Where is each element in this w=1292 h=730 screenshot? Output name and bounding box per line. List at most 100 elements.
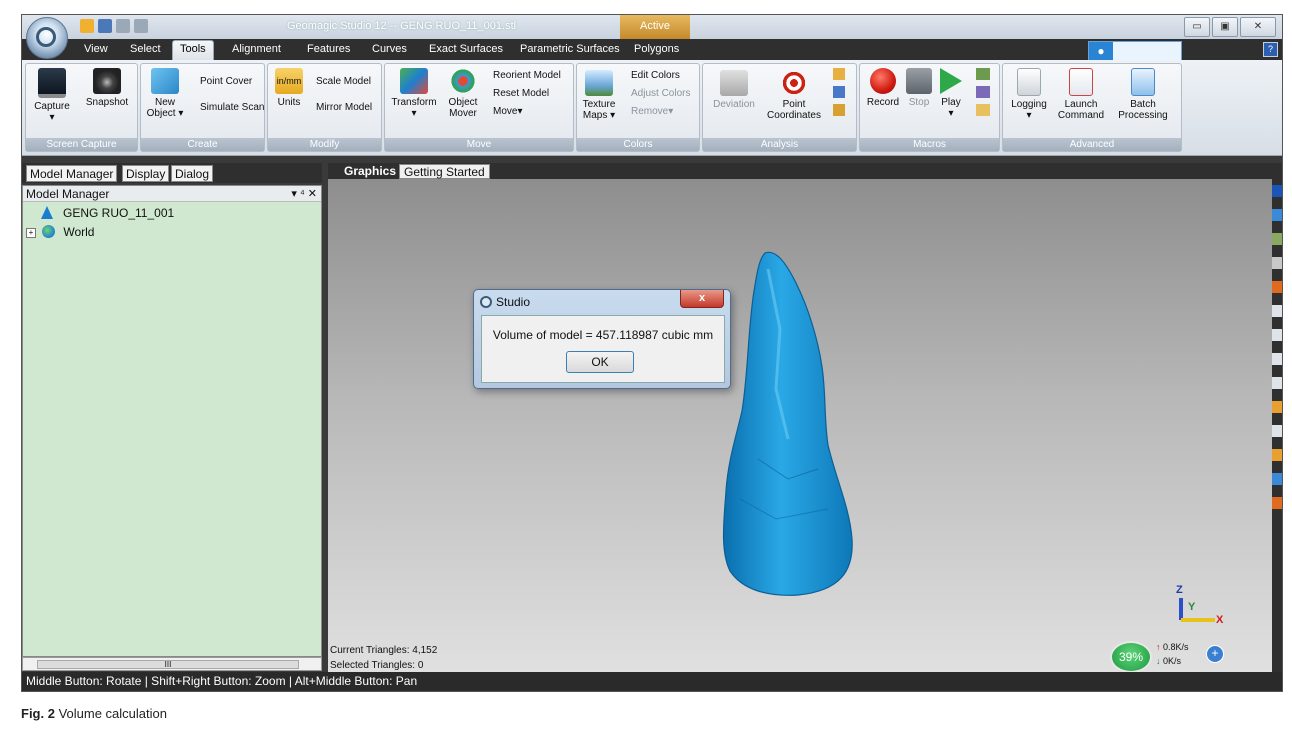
color-select-icon[interactable] bbox=[1272, 497, 1282, 509]
tree-item-model[interactable]: GENG RUO_11_001 bbox=[41, 206, 174, 220]
select-through-icon[interactable] bbox=[1272, 449, 1282, 461]
panel-horizontal-scrollbar[interactable]: III bbox=[22, 657, 322, 671]
tab-dialog[interactable]: Dialog bbox=[171, 165, 214, 182]
tab-tools[interactable]: Tools bbox=[172, 40, 214, 60]
tab-getting-started[interactable]: Getting Started bbox=[399, 164, 490, 179]
select-visible-icon[interactable] bbox=[1272, 473, 1282, 485]
tab-display[interactable]: Display bbox=[122, 165, 170, 182]
snapshot-button[interactable]: Snapshot bbox=[82, 68, 132, 108]
tab-model-manager[interactable]: Model Manager bbox=[26, 165, 118, 182]
tab-select[interactable]: Select bbox=[130, 43, 161, 55]
cloud-account-box[interactable]: ● bbox=[1088, 41, 1182, 61]
deselect-icon[interactable] bbox=[1272, 425, 1282, 437]
ok-button[interactable]: OK bbox=[566, 351, 634, 373]
window-controls: ▭ ▣ ✕ bbox=[1184, 17, 1276, 37]
batch-processing-button[interactable]: Batch Processing bbox=[1113, 68, 1173, 121]
deviation-button[interactable]: Deviation bbox=[707, 70, 761, 110]
pencil-icon[interactable] bbox=[833, 104, 845, 116]
application-menu-button[interactable] bbox=[26, 17, 68, 59]
reset-model-button[interactable]: Reset Model bbox=[493, 88, 549, 99]
help-icon[interactable]: ? bbox=[1263, 42, 1278, 57]
current-triangles-text: Current Triangles: 4,152 bbox=[330, 645, 438, 656]
stop-button[interactable]: Stop bbox=[904, 68, 934, 108]
maximize-button[interactable]: ▣ bbox=[1212, 17, 1238, 37]
scale-model-button[interactable]: Scale Model bbox=[316, 76, 371, 87]
tab-features[interactable]: Features bbox=[307, 43, 350, 55]
view-cube-icon[interactable] bbox=[1272, 185, 1282, 197]
tab-parametric-surfaces[interactable]: Parametric Surfaces bbox=[520, 43, 620, 55]
render-icon[interactable] bbox=[1272, 281, 1282, 293]
paint-select-icon[interactable] bbox=[1272, 377, 1282, 389]
group-modify: in/mm Units Scale Model Mirror Model Mod… bbox=[267, 63, 382, 152]
open-icon[interactable] bbox=[80, 19, 94, 33]
new-object-icon bbox=[151, 68, 179, 94]
zoom-fit-icon[interactable] bbox=[1272, 233, 1282, 245]
mirror-model-button[interactable]: Mirror Model bbox=[316, 102, 372, 113]
adjust-colors-button[interactable]: Adjust Colors bbox=[631, 88, 690, 99]
macro-edit-icon[interactable] bbox=[976, 86, 990, 98]
tree-item-world[interactable]: + World bbox=[26, 225, 94, 239]
move-dropdown[interactable]: Move▾ bbox=[493, 106, 522, 117]
tab-curves[interactable]: Curves bbox=[372, 43, 407, 55]
new-object-button[interactable]: New Object ▾ bbox=[145, 68, 185, 119]
point-coordinates-label-2: Coordinates bbox=[767, 110, 821, 121]
custom-select-icon[interactable] bbox=[1272, 401, 1282, 413]
texture-maps-button[interactable]: Texture Maps ▾ bbox=[581, 70, 617, 121]
layer-icon[interactable] bbox=[833, 86, 845, 98]
rect-select-icon[interactable] bbox=[1272, 305, 1282, 317]
undo-icon[interactable] bbox=[116, 19, 130, 33]
color-brush-icon[interactable] bbox=[833, 68, 845, 80]
transform-button[interactable]: Transform ▾ bbox=[389, 68, 439, 119]
quick-access-toolbar bbox=[74, 19, 148, 33]
tab-polygons[interactable]: Polygons bbox=[634, 43, 679, 55]
graphics-tabs: Graphics Getting Started bbox=[328, 163, 1282, 179]
point-coordinates-button[interactable]: Point Coordinates bbox=[763, 70, 825, 121]
figure-number: Fig. 2 bbox=[21, 706, 55, 721]
record-button[interactable]: Record bbox=[864, 68, 902, 108]
tab-view[interactable]: View bbox=[84, 43, 108, 55]
batch-processing-icon bbox=[1131, 68, 1155, 96]
lasso-select-icon[interactable] bbox=[1272, 329, 1282, 341]
logging-button[interactable]: Logging ▾ bbox=[1007, 68, 1051, 121]
cloud-icon: ● bbox=[1089, 42, 1113, 60]
minimize-button[interactable]: ▭ bbox=[1184, 17, 1210, 37]
close-button[interactable]: ✕ bbox=[1240, 17, 1276, 37]
launch-command-button[interactable]: Launch Command bbox=[1055, 68, 1107, 121]
context-tab-active[interactable]: Active bbox=[620, 15, 690, 39]
reorient-model-button[interactable]: Reorient Model bbox=[493, 70, 561, 81]
tab-graphics[interactable]: Graphics bbox=[340, 164, 400, 179]
network-settings-icon[interactable]: + bbox=[1206, 645, 1224, 663]
tab-alignment[interactable]: Alignment bbox=[232, 43, 281, 55]
point-cover-button[interactable]: Point Cover bbox=[200, 76, 252, 87]
redo-icon[interactable] bbox=[134, 19, 148, 33]
panel-controls[interactable]: ▾ ⁴ ✕ bbox=[291, 186, 317, 202]
macro-list-icon[interactable] bbox=[976, 68, 990, 80]
upload-speed-value: 0.8K/s bbox=[1163, 642, 1189, 652]
macro-folder-icon[interactable] bbox=[976, 104, 990, 116]
view-front-icon[interactable] bbox=[1272, 209, 1282, 221]
monitor-icon bbox=[38, 68, 66, 98]
group-create: New Object ▾ Point Cover Simulate Scan Cr… bbox=[140, 63, 265, 152]
network-percent-badge[interactable]: 39% bbox=[1110, 641, 1152, 672]
logging-label: Logging bbox=[1011, 99, 1047, 110]
save-icon[interactable] bbox=[98, 19, 112, 33]
scrollbar-thumb[interactable]: III bbox=[37, 660, 299, 669]
capture-button[interactable]: Capture ▾ bbox=[30, 68, 74, 123]
status-bar: Middle Button: Rotate | Shift+Right Butt… bbox=[22, 672, 1282, 691]
edit-colors-button[interactable]: Edit Colors bbox=[631, 70, 680, 81]
graphics-viewport[interactable]: Current Triangles: 4,152 Selected Triang… bbox=[328, 179, 1272, 672]
zoom-icon[interactable] bbox=[1272, 257, 1282, 269]
tab-exact-surfaces[interactable]: Exact Surfaces bbox=[429, 43, 503, 55]
remove-dropdown[interactable]: Remove▾ bbox=[631, 106, 673, 117]
dialog-close-button[interactable]: x bbox=[680, 290, 724, 308]
transform-label: Transform bbox=[391, 97, 437, 108]
object-mover-button[interactable]: Object Mover bbox=[443, 68, 483, 119]
units-button[interactable]: in/mm Units bbox=[272, 68, 306, 108]
line-select-icon[interactable] bbox=[1272, 353, 1282, 365]
tooth-model[interactable] bbox=[328, 179, 1272, 672]
deviation-label: Deviation bbox=[713, 99, 755, 110]
simulate-scan-button[interactable]: Simulate Scan bbox=[200, 102, 264, 113]
play-button[interactable]: Play ▾ bbox=[936, 68, 966, 119]
units-icon: in/mm bbox=[275, 68, 303, 94]
expand-icon[interactable]: + bbox=[26, 228, 36, 238]
